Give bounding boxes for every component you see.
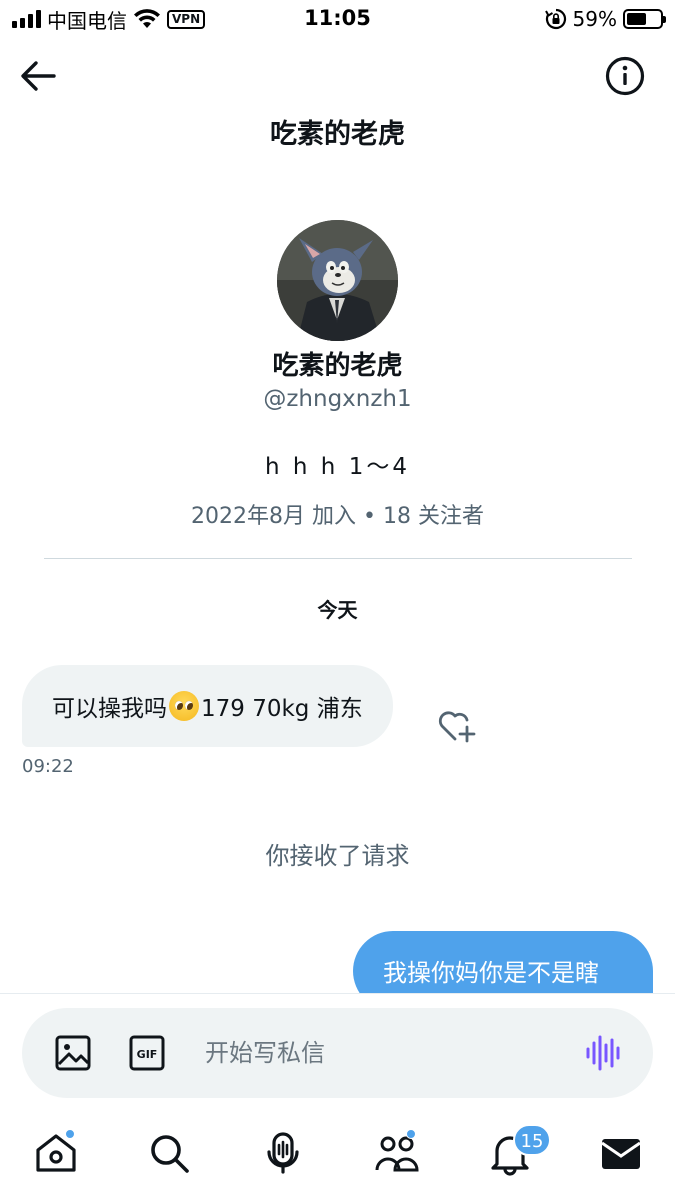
pleading-face-icon [169,691,199,721]
battery-percent: 59% [572,7,617,31]
system-note: 你接收了请求 [265,842,410,870]
gif-button[interactable]: GIF [128,1034,166,1072]
message-text: 可以操我吗 [52,696,167,722]
voice-button[interactable] [583,1033,623,1073]
incoming-message-bubble[interactable]: 可以操我吗 179 70kg 浦东 [22,665,393,747]
search-icon [151,1135,189,1173]
image-icon [55,1035,91,1071]
battery-icon [623,9,666,29]
avatar[interactable] [277,220,398,341]
notifications-badge: 15 [513,1124,551,1156]
gif-icon: GIF [129,1035,165,1071]
profile-meta: 2022年8月 加入 • 18 关注者 [0,498,675,530]
gif-label: GIF [137,1048,158,1061]
mail-icon [601,1139,641,1169]
status-right: 59% [544,6,666,32]
info-icon [605,56,645,96]
profile-handle[interactable]: @zhngxnzh1 [0,386,675,412]
message-text-tail: 179 70kg 浦东 [201,696,363,722]
voice-waveform-icon [586,1035,620,1071]
meta-separator: • [356,504,383,529]
communities-unread-dot [406,1129,416,1139]
message-timestamp: 09:22 [22,756,74,777]
home-unread-dot [65,1129,75,1139]
profile-bio: h h h 1～4 [265,454,410,480]
conversation-title: 吃素的老虎 [270,119,405,150]
heart-plus-icon [438,711,476,743]
back-button[interactable] [18,58,58,94]
tab-spaces[interactable] [260,1130,306,1176]
avatar-image [277,220,398,341]
spaces-mic-icon [267,1132,299,1174]
status-bar: 中国电信 VPN 11:05 59% [0,0,675,40]
joined-date: 2022年8月 加入 [191,504,356,529]
followers-count[interactable]: 18 关注者 [383,504,484,529]
tab-search[interactable] [146,1130,192,1176]
info-button[interactable] [604,55,646,97]
arrow-left-icon [21,61,56,91]
tab-messages[interactable] [598,1130,644,1176]
message-input[interactable] [205,1030,565,1076]
react-button[interactable] [437,708,477,744]
battery-level [627,13,646,25]
profile-name[interactable]: 吃素的老虎 [0,345,675,382]
date-label: 今天 [317,598,358,622]
orientation-lock-icon [544,8,566,30]
divider [44,558,632,559]
image-button[interactable] [54,1034,92,1072]
